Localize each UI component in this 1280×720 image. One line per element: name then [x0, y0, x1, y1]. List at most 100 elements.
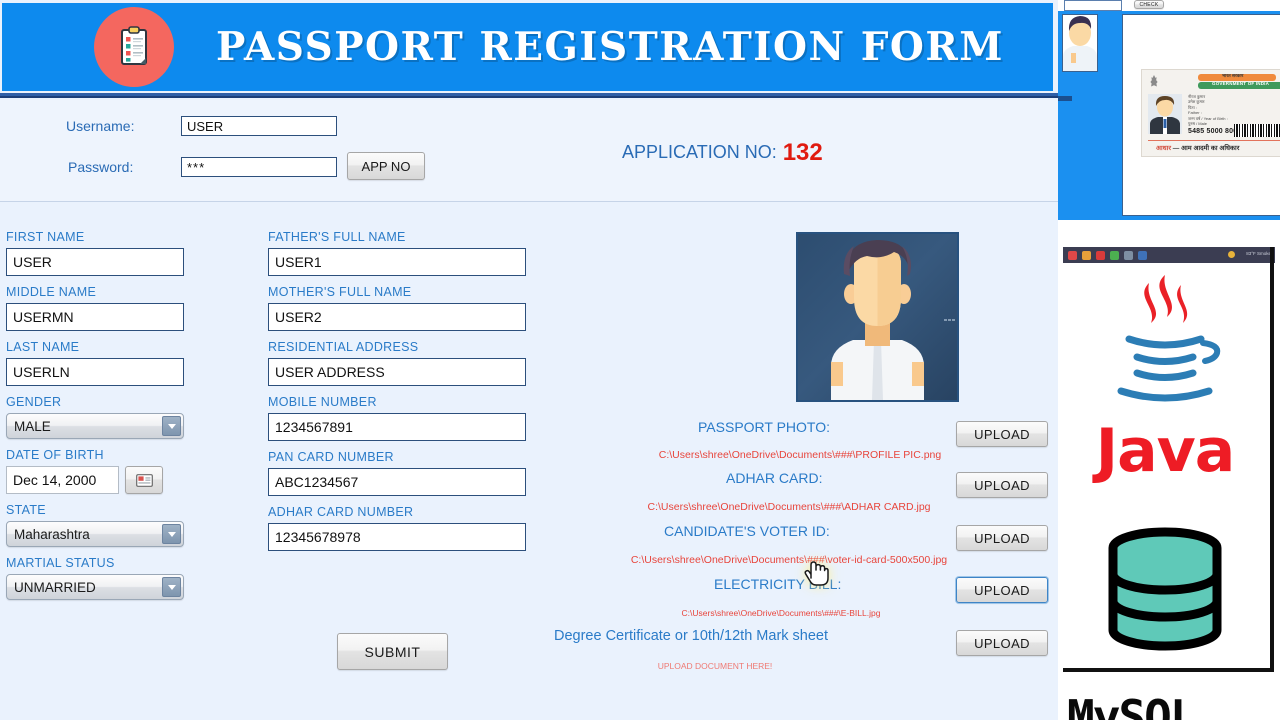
- first-name-label: FIRST NAME: [6, 230, 85, 244]
- gov-english-text: GOVERNMENT OF INDIA: [1212, 81, 1270, 86]
- calendar-icon[interactable]: [125, 466, 163, 494]
- upload-row-voter-id: CANDIDATE'S VOTER ID: UPLOAD: [550, 520, 1050, 551]
- chevron-down-icon[interactable]: [162, 577, 181, 597]
- upload-row-electricity-bill: ELECTRICITY BILL: UPLOAD: [550, 572, 1050, 603]
- chevron-down-icon[interactable]: [162, 524, 181, 544]
- application-no: APPLICATION NO: 132: [622, 139, 823, 167]
- barcode-icon: [1234, 124, 1280, 137]
- passport-photo-path: C:\Users\shree\OneDrive\Documents\###\PR…: [658, 449, 942, 461]
- electricity-bill-label: ELECTRICITY BILL:: [714, 576, 842, 592]
- upload-degree-certificate-button[interactable]: UPLOAD: [956, 630, 1048, 656]
- adhar-card-path: C:\Users\shree\OneDrive\Documents\###\AD…: [647, 501, 931, 513]
- state-select[interactable]: Maharashtra: [6, 521, 184, 547]
- app-no-button[interactable]: APP NO: [347, 152, 425, 180]
- username-label: Username:: [66, 118, 135, 134]
- tech-panel-right-border: [1270, 247, 1274, 672]
- adhar-card-number-label: ADHAR CARD NUMBER: [268, 505, 414, 519]
- photo-thumbnail-panel: [1062, 14, 1098, 72]
- form-left-column: FIRST NAME MIDDLE NAME LAST NAME GENDER …: [6, 230, 184, 609]
- residential-address-input[interactable]: [268, 358, 526, 386]
- field-residential-address: RESIDENTIAL ADDRESS: [268, 340, 526, 386]
- adhar-card-number-input[interactable]: [268, 523, 526, 551]
- last-name-label: LAST NAME: [6, 340, 80, 354]
- page-title: PASSPORT REGISTRATION FORM: [216, 24, 1004, 70]
- india-emblem-icon: [1150, 75, 1158, 87]
- residential-address-label: RESIDENTIAL ADDRESS: [268, 340, 419, 354]
- field-fathers-full-name: FATHER'S FULL NAME: [268, 230, 526, 276]
- pan-card-number-input[interactable]: [268, 468, 526, 496]
- gender-value: MALE: [14, 418, 51, 434]
- upload-passport-photo-button[interactable]: UPLOAD: [956, 421, 1048, 447]
- java-logo: Java: [1063, 265, 1267, 487]
- trash-icon[interactable]: [1124, 250, 1133, 260]
- opera-icon[interactable]: [1068, 250, 1077, 260]
- field-state: STATE Maharashtra: [6, 503, 184, 547]
- date-of-birth-input[interactable]: [6, 466, 119, 494]
- field-date-of-birth: DATE OF BIRTH: [6, 448, 184, 494]
- aadhaar-divider: [1148, 140, 1280, 141]
- field-first-name: FIRST NAME: [6, 230, 184, 276]
- field-martial-status: MARTIAL STATUS UNMARRIED: [6, 556, 184, 600]
- passport-photo-preview: [796, 232, 959, 402]
- martial-status-label: MARTIAL STATUS: [6, 556, 115, 570]
- upload-section: PASSPORT PHOTO: UPLOAD C:\Users\shree\On…: [550, 415, 1050, 671]
- password-input[interactable]: [181, 157, 337, 177]
- application-no-value: 132: [782, 139, 823, 166]
- database-icon: [1108, 527, 1222, 651]
- upload-row-adhar-card: ADHAR CARD: UPLOAD: [550, 467, 1050, 498]
- field-middle-name: MIDDLE NAME: [6, 285, 184, 331]
- record-icon[interactable]: [1096, 250, 1105, 260]
- aadhaar-card-image: भारत सरकार GOVERNMENT OF INDIA नीरज कुमा…: [1141, 69, 1280, 157]
- contacts-icon[interactable]: [1138, 250, 1147, 260]
- chrome-icon[interactable]: [1110, 250, 1119, 260]
- upload-adhar-card-button[interactable]: UPLOAD: [956, 472, 1048, 498]
- degree-certificate-hint: UPLOAD DOCUMENT HERE!: [657, 661, 773, 671]
- header-divider: [0, 93, 1058, 98]
- degree-certificate-label: Degree Certificate or 10th/12th Mark she…: [554, 628, 829, 644]
- java-cup-icon: [1117, 275, 1221, 402]
- voter-id-path: C:\Users\shree\OneDrive\Documents\###\vo…: [630, 554, 948, 566]
- upload-row-passport-photo: PASSPORT PHOTO: UPLOAD: [550, 415, 1050, 447]
- upload-voter-id-button[interactable]: UPLOAD: [956, 525, 1048, 551]
- java-label: Java: [1095, 416, 1235, 486]
- gov-hindi-text: भारत सरकार: [1222, 73, 1244, 78]
- middle-name-label: MIDDLE NAME: [6, 285, 97, 299]
- mothers-full-name-input[interactable]: [268, 303, 526, 331]
- fathers-full-name-input[interactable]: [268, 248, 526, 276]
- avatar-thumbnail-icon: [1063, 15, 1097, 71]
- voter-id-label: CANDIDATE'S VOTER ID:: [664, 523, 830, 539]
- passport-photo-label: PASSPORT PHOTO:: [698, 419, 831, 435]
- secondary-screen-pane: CHECK भारत सरकार GOVERNMENT OF INDIA नीर…: [1058, 0, 1280, 720]
- field-adhar-card-number: ADHAR CARD NUMBER: [268, 505, 526, 551]
- field-pan-card-number: PAN CARD NUMBER: [268, 450, 526, 496]
- martial-status-select[interactable]: UNMARRIED: [6, 574, 184, 600]
- aadhaar-slogan-red: आधार: [1156, 145, 1171, 152]
- tech-logos-panel: 83°F Smoke Java MySQL: [1058, 236, 1280, 720]
- last-name-input[interactable]: [6, 358, 184, 386]
- aadhaar-slogan: आधार — आम आदमी का अधिकार: [1156, 143, 1239, 152]
- right-pane-text-field[interactable]: [1064, 0, 1122, 11]
- chevron-down-icon[interactable]: [162, 416, 181, 436]
- date-of-birth-label: DATE OF BIRTH: [6, 448, 104, 462]
- app-icon[interactable]: [1082, 250, 1091, 260]
- mobile-number-input[interactable]: [268, 413, 526, 441]
- fathers-full-name-label: FATHER'S FULL NAME: [268, 230, 406, 244]
- weather-icon: [1228, 251, 1235, 258]
- state-value: Maharashtra: [14, 526, 90, 542]
- menubar-status-text: 83°F Smoke: [1246, 251, 1271, 256]
- gender-select[interactable]: MALE: [6, 413, 184, 439]
- field-gender: GENDER MALE: [6, 395, 184, 439]
- username-input[interactable]: [181, 116, 337, 136]
- form-middle-column: FATHER'S FULL NAME MOTHER'S FULL NAME RE…: [268, 230, 526, 560]
- martial-status-value: UNMARRIED: [14, 579, 96, 595]
- electricity-bill-path: C:\Users\shree\OneDrive\Documents\###\E-…: [681, 608, 881, 618]
- aadhaar-slogan-rest: — आम आदमी का अधिकार: [1172, 145, 1240, 152]
- application-no-label: APPLICATION NO:: [622, 142, 777, 162]
- first-name-input[interactable]: [6, 248, 184, 276]
- upload-row-degree-certificate: Degree Certificate or 10th/12th Mark she…: [550, 625, 1050, 656]
- login-strip: [0, 100, 1058, 202]
- middle-name-input[interactable]: [6, 303, 184, 331]
- check-button[interactable]: CHECK: [1134, 0, 1164, 9]
- upload-electricity-bill-button[interactable]: UPLOAD: [956, 577, 1048, 603]
- header-banner: PASSPORT REGISTRATION FORM: [2, 3, 1053, 91]
